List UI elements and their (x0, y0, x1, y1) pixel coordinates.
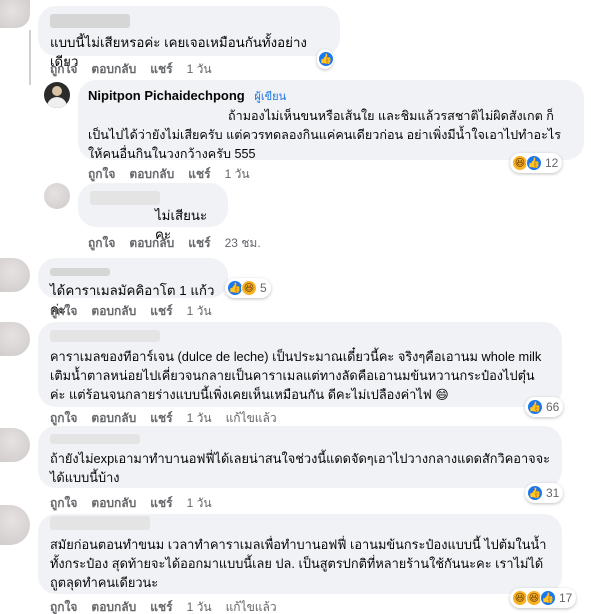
comment-text: ถ้ามองไม่เห็นขนหรือเส้นใย และชิมแล้วรสชา… (88, 109, 561, 161)
avatar[interactable] (0, 322, 30, 356)
author-name[interactable] (90, 191, 160, 205)
author-avatar[interactable] (44, 82, 70, 108)
comment-bubble: ไม่เสียนะคะ (78, 183, 228, 242)
reaction-summary[interactable]: 😆 😆 👍 17 (510, 588, 577, 608)
edited-label: แก้ไขแล้ว (225, 600, 277, 614)
avatar[interactable] (0, 505, 30, 545)
comment-actions: ถูกใจ ตอบกลับ แชร์ 23 ชม. (88, 234, 261, 253)
reply-link[interactable]: ตอบกลับ (91, 60, 136, 79)
author-name[interactable] (50, 516, 150, 530)
reaction-count: 31 (546, 486, 560, 500)
share-link[interactable]: แชร์ (188, 165, 210, 184)
thumbs-up-icon: 👍 (540, 590, 556, 606)
comment-bubble: คาราเมลของทีอาร์เจน (dulce de leche) เป็… (38, 322, 562, 407)
author-name[interactable] (50, 268, 110, 276)
laughing-face-icon: 😆 (241, 280, 257, 296)
share-link[interactable]: แชร์ (150, 494, 172, 513)
author-badge: ผู้เขียน (254, 91, 287, 103)
avatar[interactable] (0, 428, 30, 462)
thread-line (29, 30, 31, 85)
like-link[interactable]: ถูกใจ (50, 494, 77, 513)
comment-bubble: ถ้ายังไม่expเอามาทำบานอฟฟี่ได้เลยน่าสนใจ… (38, 426, 562, 488)
reaction-count: 12 (545, 156, 559, 170)
timestamp[interactable]: 1 วัน (187, 60, 212, 79)
avatar[interactable] (0, 258, 30, 292)
reaction-count: 5 (260, 281, 267, 295)
comment-actions: ถูกใจ ตอบกลับ แชร์ 1 วัน (50, 302, 212, 321)
avatar[interactable] (0, 0, 30, 28)
comment-actions: ถูกใจ ตอบกลับ แชร์ 1 วัน (88, 165, 250, 184)
thumbs-up-icon: 👍 (527, 399, 543, 415)
comment-bubble: ได้คาราเมลมัคคิอาโต 1 แก้วค่ะ (38, 258, 228, 317)
like-link[interactable]: ถูกใจ (88, 165, 115, 184)
timestamp[interactable]: 1 วัน (187, 598, 212, 614)
timestamp[interactable]: 1 วัน (187, 494, 212, 513)
comment-bubble: Nipitpon Pichaidechpong ผู้เขียน ถ้ามองไ… (78, 80, 584, 161)
thumbs-up-icon: 👍 (527, 485, 543, 501)
reaction-count: 17 (559, 591, 573, 605)
reply-link[interactable]: ตอบกลับ (129, 165, 174, 184)
reaction-summary[interactable]: 👍 😆 5 (225, 278, 271, 298)
timestamp[interactable]: 1 วัน (225, 165, 250, 184)
thumbs-up-icon: 👍 (526, 155, 542, 171)
share-link[interactable]: แชร์ (188, 234, 210, 253)
author-name[interactable] (50, 330, 160, 342)
like-link[interactable]: ถูกใจ (50, 60, 77, 79)
reaction-summary[interactable]: 👍 66 (525, 397, 564, 417)
reply-link[interactable]: ตอบกลับ (91, 598, 136, 614)
timestamp[interactable]: 1 วัน (187, 302, 212, 321)
author-name[interactable]: Nipitpon Pichaidechpong (88, 88, 245, 103)
reply-link[interactable]: ตอบกลับ (91, 302, 136, 321)
comment-actions: ถูกใจ ตอบกลับ แชร์ 1 วัน (50, 494, 212, 513)
avatar[interactable] (44, 183, 70, 209)
reaction-summary[interactable]: 👍 (317, 49, 334, 69)
author-name[interactable] (50, 14, 130, 28)
share-link[interactable]: แชร์ (150, 598, 172, 614)
comment-bubble: สมัยก่อนตอนทำขนม เวลาทำคาราเมลเพื่อทำบาน… (38, 514, 562, 594)
comment-actions: ถูกใจ ตอบกลับ แชร์ 1 วัน แก้ไขแล้ว (50, 598, 277, 614)
reaction-summary[interactable]: 😆 👍 12 (510, 153, 563, 173)
reaction-summary[interactable]: 👍 31 (525, 483, 564, 503)
comment-actions: ถูกใจ ตอบกลับ แชร์ 1 วัน (50, 60, 212, 79)
author-name[interactable] (50, 434, 140, 444)
comment-text: สมัยก่อนตอนทำขนม เวลาทำคาราเมลเพื่อทำบาน… (50, 537, 547, 590)
like-link[interactable]: ถูกใจ (50, 302, 77, 321)
comment-bubble: แบบนี้ไม่เสียหรอค่ะ เคยเจอเหมือนกันทั้งอ… (38, 6, 340, 69)
thumbs-up-icon: 👍 (318, 51, 334, 67)
timestamp[interactable]: 23 ชม. (225, 234, 261, 253)
share-link[interactable]: แชร์ (150, 60, 172, 79)
comment-text: คาราเมลของทีอาร์เจน (dulce de leche) เป็… (50, 349, 542, 402)
reply-link[interactable]: ตอบกลับ (129, 234, 174, 253)
comment-text: ถ้ายังไม่expเอามาทำบานอฟฟี่ได้เลยน่าสนใจ… (50, 451, 551, 485)
share-link[interactable]: แชร์ (150, 302, 172, 321)
reply-link[interactable]: ตอบกลับ (91, 494, 136, 513)
like-link[interactable]: ถูกใจ (50, 598, 77, 614)
like-link[interactable]: ถูกใจ (88, 234, 115, 253)
reaction-count: 66 (546, 400, 560, 414)
